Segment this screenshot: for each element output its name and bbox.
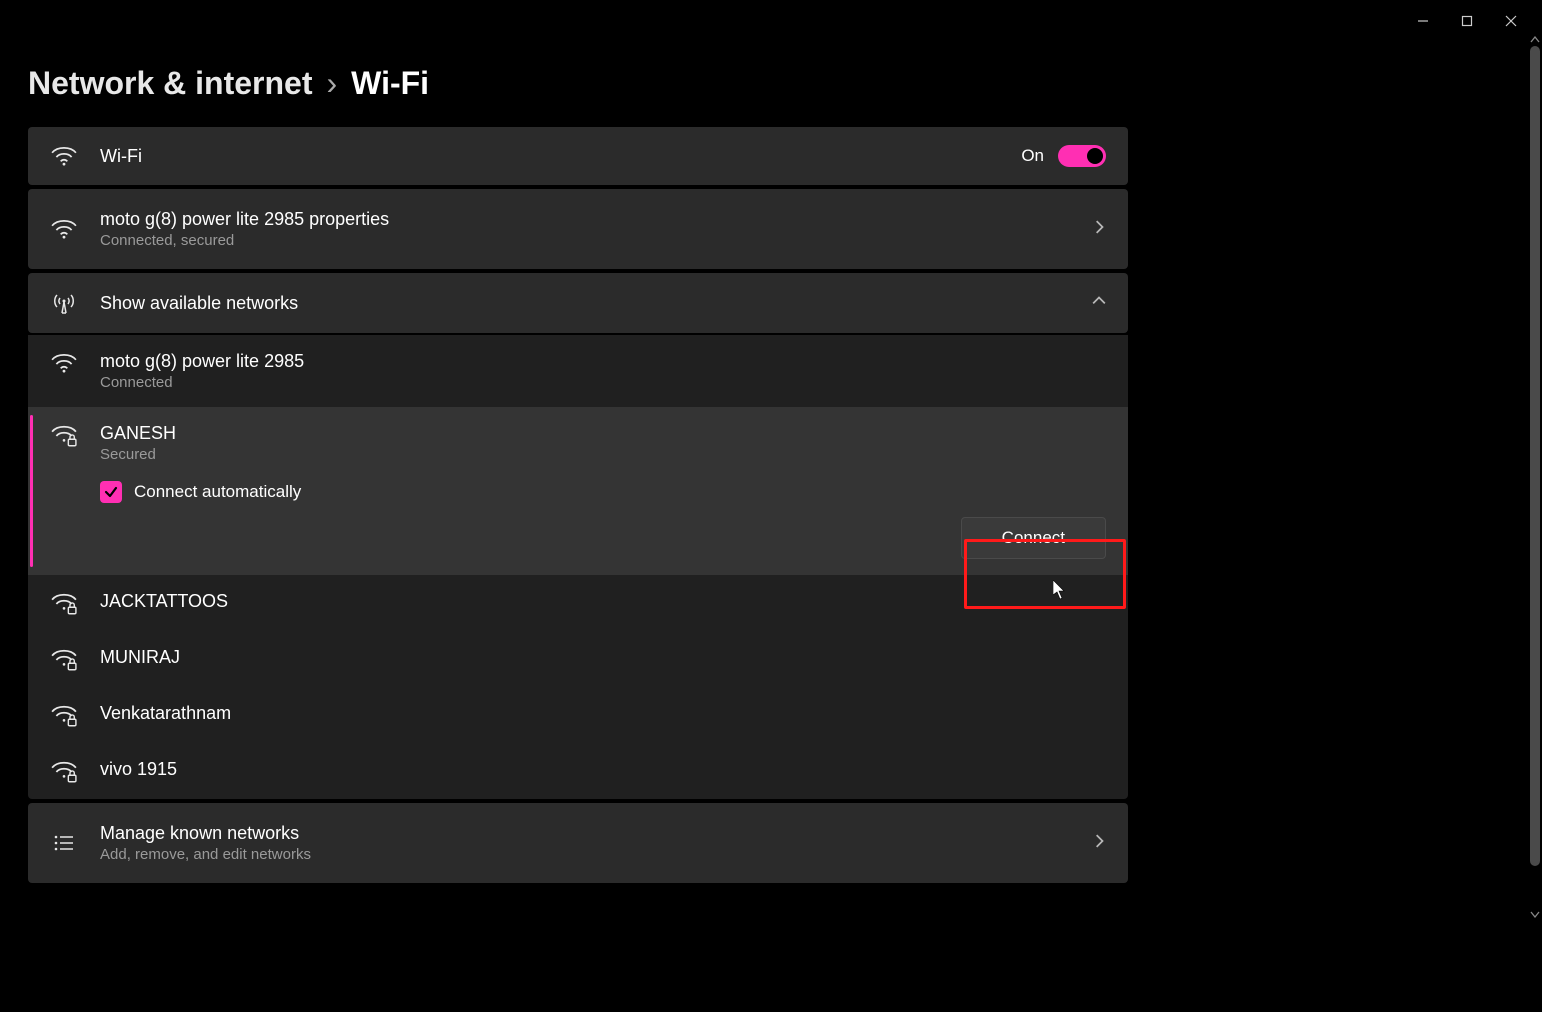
network-status: Secured	[100, 446, 1106, 463]
network-name: JACKTATTOOS	[100, 591, 228, 612]
connected-network-subtitle: Connected, secured	[100, 232, 1070, 249]
available-networks-title: Show available networks	[100, 293, 1070, 314]
wifi-icon	[50, 219, 78, 239]
manage-networks-subtitle: Add, remove, and edit networks	[100, 846, 1070, 863]
wifi-toggle-row[interactable]: Wi-Fi On	[28, 127, 1128, 185]
antenna-icon	[50, 291, 78, 315]
network-item[interactable]: Venkatarathnam	[28, 687, 1128, 743]
breadcrumb-current: Wi-Fi	[351, 65, 429, 102]
network-name: GANESH	[100, 423, 1106, 444]
minimize-button[interactable]	[1414, 12, 1432, 30]
chevron-right-icon: ›	[326, 65, 337, 102]
network-item[interactable]: vivo 1915	[28, 743, 1128, 799]
wifi-lock-icon	[50, 591, 78, 615]
network-item[interactable]: moto g(8) power lite 2985 Connected	[28, 335, 1128, 407]
window-controls	[1392, 0, 1542, 42]
wifi-icon	[50, 351, 78, 373]
connected-network-title: moto g(8) power lite 2985 properties	[100, 209, 1070, 230]
connect-automatically-label: Connect automatically	[134, 482, 301, 502]
network-item[interactable]: JACKTATTOOS	[28, 575, 1128, 631]
manage-networks-title: Manage known networks	[100, 823, 1070, 844]
available-networks-header[interactable]: Show available networks	[28, 273, 1128, 333]
chevron-up-icon	[1092, 294, 1106, 313]
maximize-button[interactable]	[1458, 12, 1476, 30]
manage-known-networks-row[interactable]: Manage known networks Add, remove, and e…	[28, 803, 1128, 883]
network-name: vivo 1915	[100, 759, 177, 780]
network-item[interactable]: MUNIRAJ	[28, 631, 1128, 687]
connect-button[interactable]: Connect	[961, 517, 1106, 559]
scrollbar-thumb[interactable]	[1530, 46, 1540, 866]
breadcrumb-parent[interactable]: Network & internet	[28, 65, 312, 102]
wifi-title: Wi-Fi	[100, 146, 999, 167]
scrollbar-up-arrow[interactable]	[1530, 34, 1540, 46]
wifi-icon	[50, 146, 78, 166]
wifi-lock-icon	[50, 703, 78, 727]
available-networks-list: moto g(8) power lite 2985 Connected GANE…	[28, 335, 1128, 799]
network-name: MUNIRAJ	[100, 647, 180, 668]
scrollbar-down-arrow[interactable]	[1530, 908, 1540, 920]
settings-panel: Wi-Fi On moto g(8) power lite 2985 prope…	[28, 127, 1128, 887]
chevron-right-icon	[1092, 834, 1106, 853]
close-button[interactable]	[1502, 12, 1520, 30]
wifi-lock-icon	[50, 759, 78, 783]
connect-automatically-checkbox[interactable]	[100, 481, 122, 503]
connected-network-properties-row[interactable]: moto g(8) power lite 2985 properties Con…	[28, 189, 1128, 269]
wifi-lock-icon	[50, 647, 78, 671]
network-name: moto g(8) power lite 2985	[100, 351, 304, 372]
network-name: Venkatarathnam	[100, 703, 231, 724]
wifi-lock-icon	[50, 423, 78, 447]
wifi-state-label: On	[1021, 146, 1044, 166]
network-item-selected[interactable]: GANESH Secured Connect automatically Con…	[28, 407, 1128, 575]
network-status: Connected	[100, 374, 304, 391]
list-icon	[50, 832, 78, 854]
breadcrumb: Network & internet › Wi-Fi	[28, 65, 429, 102]
chevron-right-icon	[1092, 220, 1106, 239]
wifi-toggle[interactable]	[1058, 145, 1106, 167]
